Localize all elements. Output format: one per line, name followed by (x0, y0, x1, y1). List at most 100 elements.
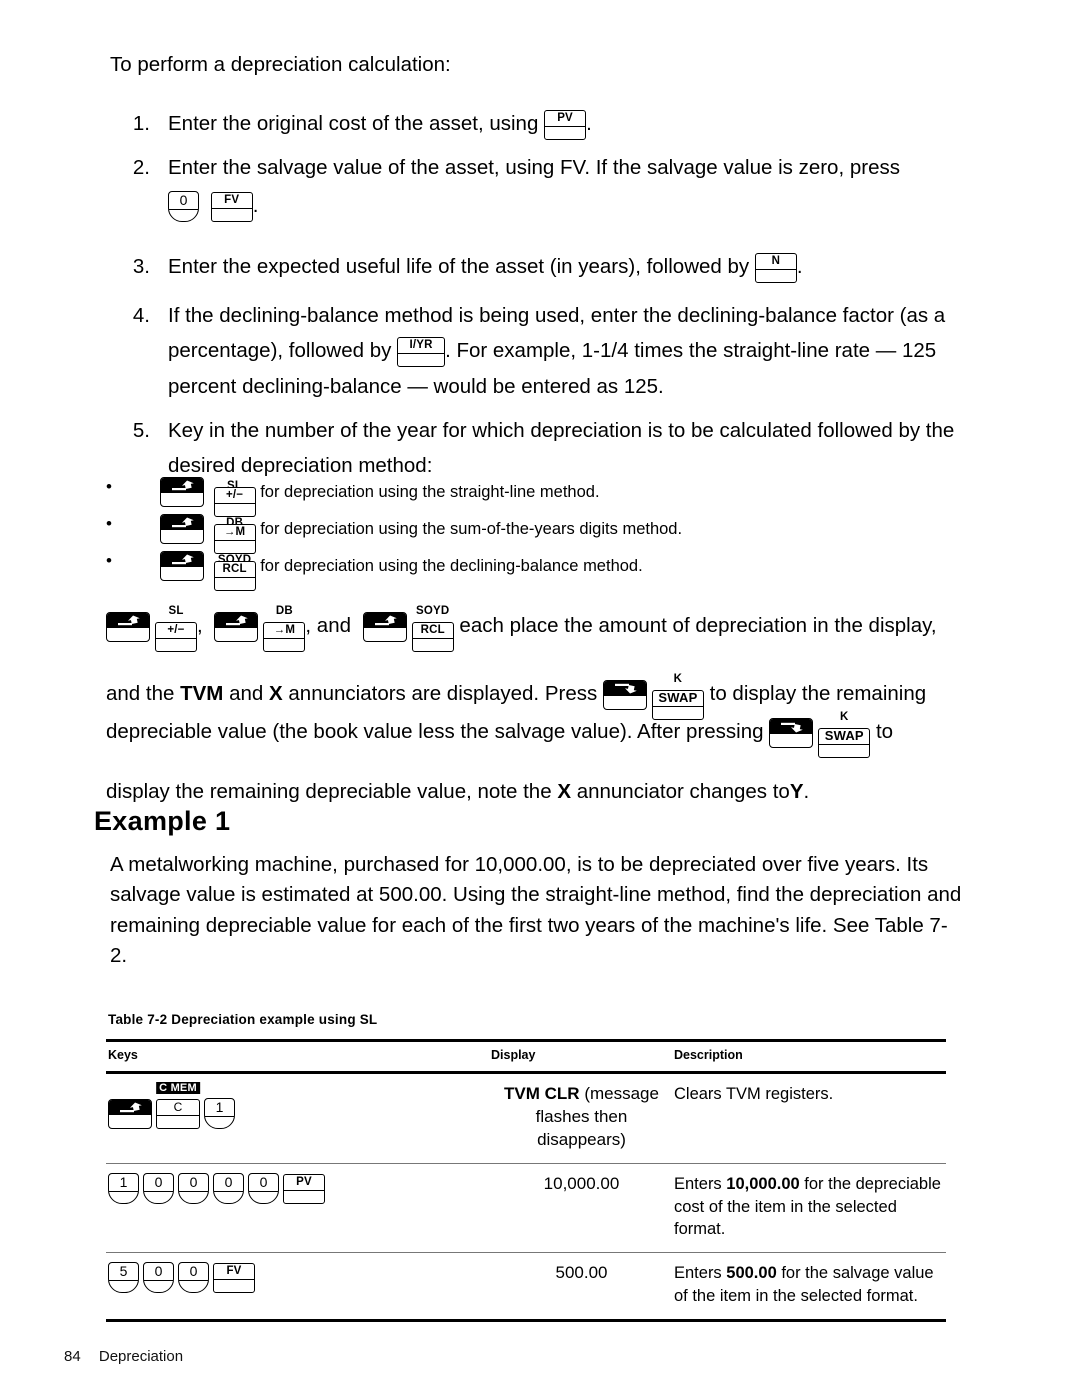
key-sl-shift-label: SL (168, 605, 184, 617)
key-fv-label: FV (214, 1264, 254, 1281)
row-3-keys: 5 0 0 FV (106, 1252, 489, 1322)
key-0-label: 0 (169, 192, 198, 210)
bullet-icon: • (106, 477, 112, 496)
step-2: 2. Enter the salvage value of the asset,… (106, 150, 978, 223)
key-0[interactable]: 0 (143, 1172, 174, 1204)
key-swap-label: SWAP (652, 690, 703, 707)
key-swap[interactable]: SWAP (818, 728, 871, 758)
document-page: To perform a depreciation calculation: 1… (0, 0, 1080, 1397)
key-swap-group[interactable]: K SWAP (818, 711, 871, 762)
step-1-number: 1. (132, 112, 150, 135)
key-0[interactable]: 0 (248, 1172, 279, 1204)
step-3-text: Enter the expected useful life of the as… (168, 254, 750, 278)
depreciation-method-list: • SL +/− for depreciation using the stra… (100, 468, 980, 591)
row-2-desc-a: Enters (674, 1174, 727, 1193)
key-0-label: 0 (214, 1174, 243, 1192)
key-rcl-label: RCL (214, 562, 255, 578)
key-fv[interactable]: FV (210, 191, 253, 222)
row-3-display: 500.00 (489, 1252, 672, 1322)
key-plusminus[interactable]: +/− (155, 622, 197, 652)
key-1[interactable]: 1 (108, 1172, 139, 1204)
method-item-db: • DB →M for depreciation using the sum-o… (100, 505, 980, 554)
key-rcl[interactable]: RCL (411, 622, 454, 652)
key-pv-label: PV (545, 111, 586, 127)
table-row: 5 0 0 FV 500.00 Enters 500.00 for the sa… (106, 1252, 946, 1322)
row-2-display: 10,000.00 (489, 1163, 672, 1254)
method-db-text: for depreciation using the sum-of-the-ye… (260, 520, 683, 538)
step-1-post: . (586, 112, 592, 135)
key-0-label: 0 (144, 1263, 173, 1282)
paragraph-line2-c: annunciators are displayed. Press (288, 681, 598, 705)
row-2-display-rest: 10,000.00 (543, 1173, 620, 1193)
key-rcl[interactable]: RCL (213, 561, 256, 591)
step-2-text: Enter the salvage value of the asset, us… (168, 156, 900, 180)
paragraph-deprec-c: display the remaining depreciable value,… (106, 779, 552, 803)
shift-up-arrow-icon (363, 613, 406, 628)
key-0[interactable]: 0 (178, 1262, 209, 1294)
key-0[interactable]: 0 (178, 1172, 209, 1204)
shift-up-key[interactable] (160, 551, 204, 581)
key-1-label: 1 (205, 1099, 234, 1117)
shift-up-key[interactable] (362, 612, 407, 642)
key-fv[interactable]: FV (213, 1263, 255, 1294)
row-1-desc-text: Clears TVM registers. (674, 1085, 834, 1103)
key-5[interactable]: 5 (108, 1262, 139, 1294)
column-header-description: Description (672, 1039, 946, 1074)
shift-up-key[interactable] (106, 612, 150, 642)
key-1[interactable]: 1 (204, 1098, 235, 1129)
key-n-label: N (755, 254, 796, 270)
key-soyd-group[interactable]: SOYD RCL (411, 605, 454, 656)
table-container: Table 7-2 Depreciation example using SL … (106, 1012, 946, 1322)
column-header-keys: Keys (106, 1039, 489, 1074)
shift-up-key[interactable] (160, 477, 204, 507)
key-0[interactable]: 0 (168, 190, 199, 222)
paragraph-line2-a: and the (106, 681, 175, 705)
key-cmem-group[interactable]: C MEM C (156, 1082, 200, 1129)
key-n[interactable]: N (754, 252, 797, 283)
step-1-text: Enter the original cost of the asset, us… (168, 112, 539, 135)
shift-down-key[interactable] (769, 718, 814, 748)
key-soyd-group[interactable]: SOYD RCL (213, 554, 256, 595)
key-c-label: C (157, 1100, 199, 1116)
key-pv[interactable]: PV (283, 1173, 325, 1204)
key-pv-label: PV (284, 1175, 324, 1191)
key-c[interactable]: C (156, 1099, 200, 1129)
annunciator-y: Y (789, 779, 804, 803)
annunciator-tvm: TVM (180, 681, 224, 705)
key-store-m[interactable]: →M (263, 622, 306, 652)
row-1-display: TVM CLR (message flashes then disappears… (489, 1072, 672, 1164)
key-iyr[interactable]: I/YR (397, 337, 446, 368)
key-1-label: 1 (109, 1174, 138, 1192)
sequence-separator-2: , and (305, 614, 352, 637)
key-pv[interactable]: PV (544, 110, 587, 140)
row-2-description: Enters 10,000.00 for the depreciable cos… (672, 1163, 946, 1254)
footer-page-number: 84 (64, 1348, 81, 1365)
shift-up-key[interactable] (214, 612, 259, 642)
table-header-row: Keys Display Description (106, 1039, 946, 1074)
example-body-text: A metalworking machine, purchased for 10… (110, 853, 962, 967)
shift-up-key[interactable] (160, 514, 204, 544)
shift-up-key[interactable] (108, 1099, 152, 1129)
key-0[interactable]: 0 (143, 1262, 174, 1294)
key-store-m-label: →M (214, 525, 255, 541)
footer-section-name: Depreciation (98, 1348, 184, 1365)
step-2-number: 2. (132, 156, 150, 180)
key-0[interactable]: 0 (213, 1172, 244, 1204)
shift-up-arrow-icon (161, 552, 203, 567)
depreciation-example-table: Keys Display Description C MEM C 1 TVM C… (106, 1039, 946, 1322)
key-0-label: 0 (249, 1174, 278, 1192)
key-db-shift-label: DB (275, 605, 293, 617)
key-plusminus-label: +/− (214, 488, 255, 504)
step-4: 4. If the declining-balance method is be… (106, 298, 978, 404)
column-header-display: Display (489, 1039, 672, 1074)
paragraph-line2-d: to display the remaining (709, 681, 927, 705)
key-swap-shift-label: K (839, 711, 849, 723)
key-0-label: 0 (179, 1263, 208, 1282)
key-sl-group[interactable]: SL +/− (155, 605, 197, 656)
row-3-description: Enters 500.00 for the salvage value of t… (672, 1252, 946, 1322)
key-db-group[interactable]: DB →M (263, 605, 306, 656)
key-store-m-label: →M (264, 623, 305, 639)
key-soyd-shift-label: SOYD (416, 605, 450, 617)
row-3-desc-a: Enters (674, 1264, 727, 1283)
key-iyr-label: I/YR (398, 338, 445, 355)
